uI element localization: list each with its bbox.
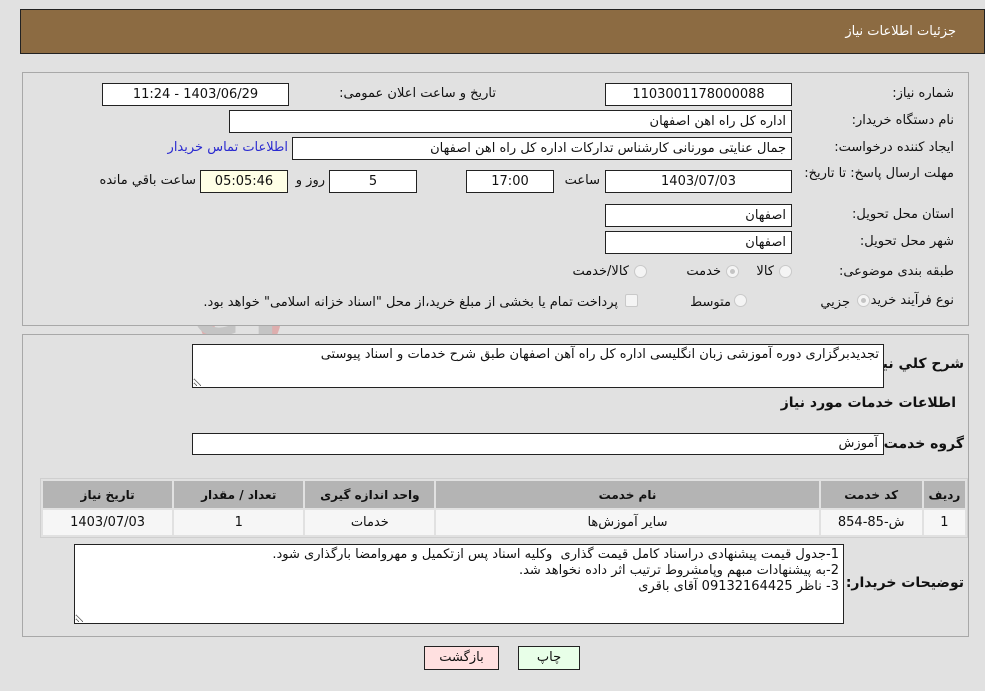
requester-field: جمال عنایتی مورنانی کارشناس تدارکات ادار… <box>292 137 792 160</box>
province-label: استان محل تحویل: <box>852 207 954 222</box>
remaining-time-label: ساعت باقي مانده <box>99 173 196 188</box>
buyer-org-field: اداره کل راه اهن اصفهان <box>229 110 792 133</box>
requester-label: ایجاد کننده درخواست: <box>834 140 954 155</box>
need-summary-textarea[interactable]: تجدیدبرگزاری دوره آموزشی زبان انگلیسی اد… <box>192 344 884 388</box>
column-header-unit: واحد اندازه گیری <box>305 481 435 508</box>
category-option-goods-service: کالا/خدمت <box>572 264 629 279</box>
cell-row-number: 1 <box>923 510 965 535</box>
category-option-service: خدمت <box>686 264 721 279</box>
treasury-bonds-checkbox[interactable] <box>625 294 638 307</box>
cell-unit: خدمات <box>305 510 435 535</box>
process-radio-minor[interactable] <box>857 294 870 307</box>
page-title: جزئیات اطلاعات نیاز <box>845 24 956 39</box>
remaining-days-field: 5 <box>329 170 417 193</box>
category-radio-service[interactable] <box>726 265 739 278</box>
need-description-panel: شرح کلي نياز: تجدیدبرگزاری دوره آموزشی ز… <box>22 334 969 637</box>
cell-service-code: ش-85-854 <box>820 510 922 535</box>
cell-need-date: 1403/07/03 <box>43 510 173 535</box>
purchase-process-label: نوع فرآیند خرید : <box>862 293 954 308</box>
cell-service-name: سایر آموزش‌ها <box>436 510 819 535</box>
treasury-bonds-label: پرداخت تمام یا بخشی از مبلغ خرید،از محل … <box>203 295 618 310</box>
service-group-label: گروه خدمت: <box>878 436 964 452</box>
announce-datetime-field: 1403/06/29 - 11:24 <box>102 83 289 106</box>
deadline-time-field: 17:00 <box>466 170 554 193</box>
back-button[interactable]: بازگشت <box>424 646 499 670</box>
services-table-header: ردیف کد خدمت نام خدمت واحد اندازه گیری ت… <box>43 481 965 508</box>
deadline-date-field: 1403/07/03 <box>605 170 792 193</box>
remaining-time-field: 05:05:46 <box>200 170 288 193</box>
category-radio-goods[interactable] <box>779 265 792 278</box>
province-field: اصفهان <box>605 204 792 227</box>
deadline-label: مهلت ارسال پاسخ: تا تاریخ: <box>804 166 954 181</box>
need-details-panel: شماره نیاز: 1103001178000088 تاریخ و ساع… <box>22 72 969 326</box>
column-header-quantity: تعداد / مقدار <box>174 481 304 508</box>
buyer-notes-label: توضیحات خریدار: <box>845 575 964 591</box>
city-field: اصفهان <box>605 231 792 254</box>
city-label: شهر محل تحویل: <box>859 234 954 249</box>
process-radio-medium[interactable] <box>734 294 747 307</box>
buyer-contact-link[interactable]: اطلاعات تماس خریدار <box>168 140 288 155</box>
buyer-org-label: نام دستگاه خریدار: <box>851 113 954 128</box>
column-header-service-name: نام خدمت <box>436 481 819 508</box>
column-header-row-number: ردیف <box>923 481 965 508</box>
service-group-field: آموزش <box>192 433 884 455</box>
category-label: طبقه بندی موضوعی: <box>838 264 954 279</box>
buyer-notes-textarea[interactable]: 1-جدول قیمت پیشنهادی دراسناد کامل قیمت گ… <box>74 544 844 624</box>
category-option-goods: کالا <box>756 264 774 279</box>
services-table: ردیف کد خدمت نام خدمت واحد اندازه گیری ت… <box>40 478 968 538</box>
need-number-field: 1103001178000088 <box>605 83 792 106</box>
need-number-label: شماره نیاز: <box>892 86 954 101</box>
page-header: جزئیات اطلاعات نیاز <box>20 9 985 54</box>
table-row: 1 ش-85-854 سایر آموزش‌ها خدمات 1 1403/07… <box>43 510 965 535</box>
process-option-medium: متوسط <box>690 295 731 310</box>
services-section-title: اطلاعات خدمات مورد نیاز <box>780 395 956 411</box>
column-header-service-code: کد خدمت <box>820 481 922 508</box>
days-label: روز و <box>295 173 325 188</box>
deadline-time-label: ساعت <box>564 173 600 188</box>
print-button[interactable]: چاپ <box>518 646 580 670</box>
process-option-minor: جزيي <box>820 295 850 310</box>
column-header-need-date: تاریخ نیاز <box>43 481 173 508</box>
cell-quantity: 1 <box>174 510 304 535</box>
announce-datetime-label: تاریخ و ساعت اعلان عمومی: <box>339 86 496 101</box>
category-radio-goods-service[interactable] <box>634 265 647 278</box>
